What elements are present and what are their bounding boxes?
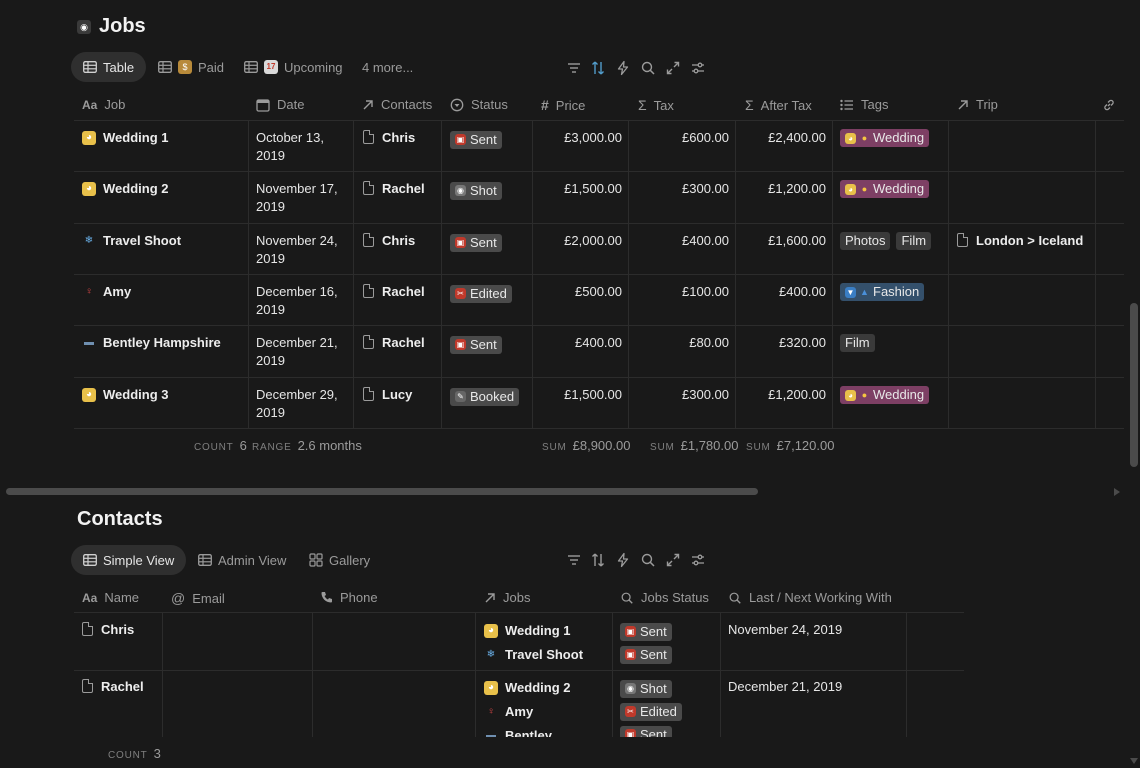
scroll-down-arrow-icon[interactable] [1130, 758, 1138, 764]
status-pill[interactable]: ◉ Shot [620, 679, 672, 698]
job-link[interactable]: ◕ Wedding 1 [484, 622, 609, 640]
snowflake-icon: ❄ [486, 649, 496, 660]
job-status-cell: ◉ Shot [620, 678, 716, 698]
job-link[interactable]: ♀ Amy [484, 703, 609, 721]
job-status-cell: ▣ Sent [620, 724, 716, 737]
status-pill[interactable]: ▣ Sent [620, 622, 672, 641]
last-next-cell: December 21, 2019 [728, 679, 843, 694]
job-status-cell: ✂ Edited [620, 701, 716, 721]
job-link[interactable]: ◕ Wedding 2 [484, 679, 609, 697]
count-aggregate[interactable]: COUNT 3 [108, 746, 161, 761]
contact-name: Rachel [101, 679, 144, 694]
status-pill[interactable]: ▣ Sent [620, 645, 672, 664]
job-status-cell: ▣ Sent [620, 644, 716, 664]
page-icon [82, 679, 93, 693]
status-pill[interactable]: ▣ Sent [620, 725, 672, 737]
dancer-icon: ♀ [487, 706, 495, 717]
contact-name-cell[interactable]: Chris [82, 621, 160, 639]
job-title: Travel Shoot [505, 647, 584, 662]
mailbox-icon: ▣ [625, 729, 636, 737]
contact-name: Chris [101, 622, 135, 637]
camera-flash-icon: ◉ [625, 683, 636, 694]
job-title: Bentley [505, 728, 552, 737]
last-next-cell: November 24, 2019 [728, 622, 843, 637]
scissors-icon: ✂ [625, 706, 636, 717]
status-pill[interactable]: ✂ Edited [620, 702, 682, 721]
page-icon [82, 622, 93, 636]
job-title: Wedding 1 [505, 623, 571, 638]
car-icon: ▬ [486, 730, 496, 737]
job-link[interactable]: ▬ Bentley [484, 727, 609, 737]
job-title: Amy [505, 704, 534, 719]
job-link[interactable]: ❄ Travel Shoot [484, 646, 609, 664]
contact-name-cell[interactable]: Rachel [82, 678, 160, 696]
job-status-cell: ▣ Sent [620, 621, 716, 641]
job-title: Wedding 2 [505, 680, 571, 695]
mailbox-icon: ▣ [625, 649, 636, 660]
bride-icon: ◕ [484, 681, 498, 695]
bride-icon: ◕ [484, 624, 498, 638]
mailbox-icon: ▣ [625, 626, 636, 637]
